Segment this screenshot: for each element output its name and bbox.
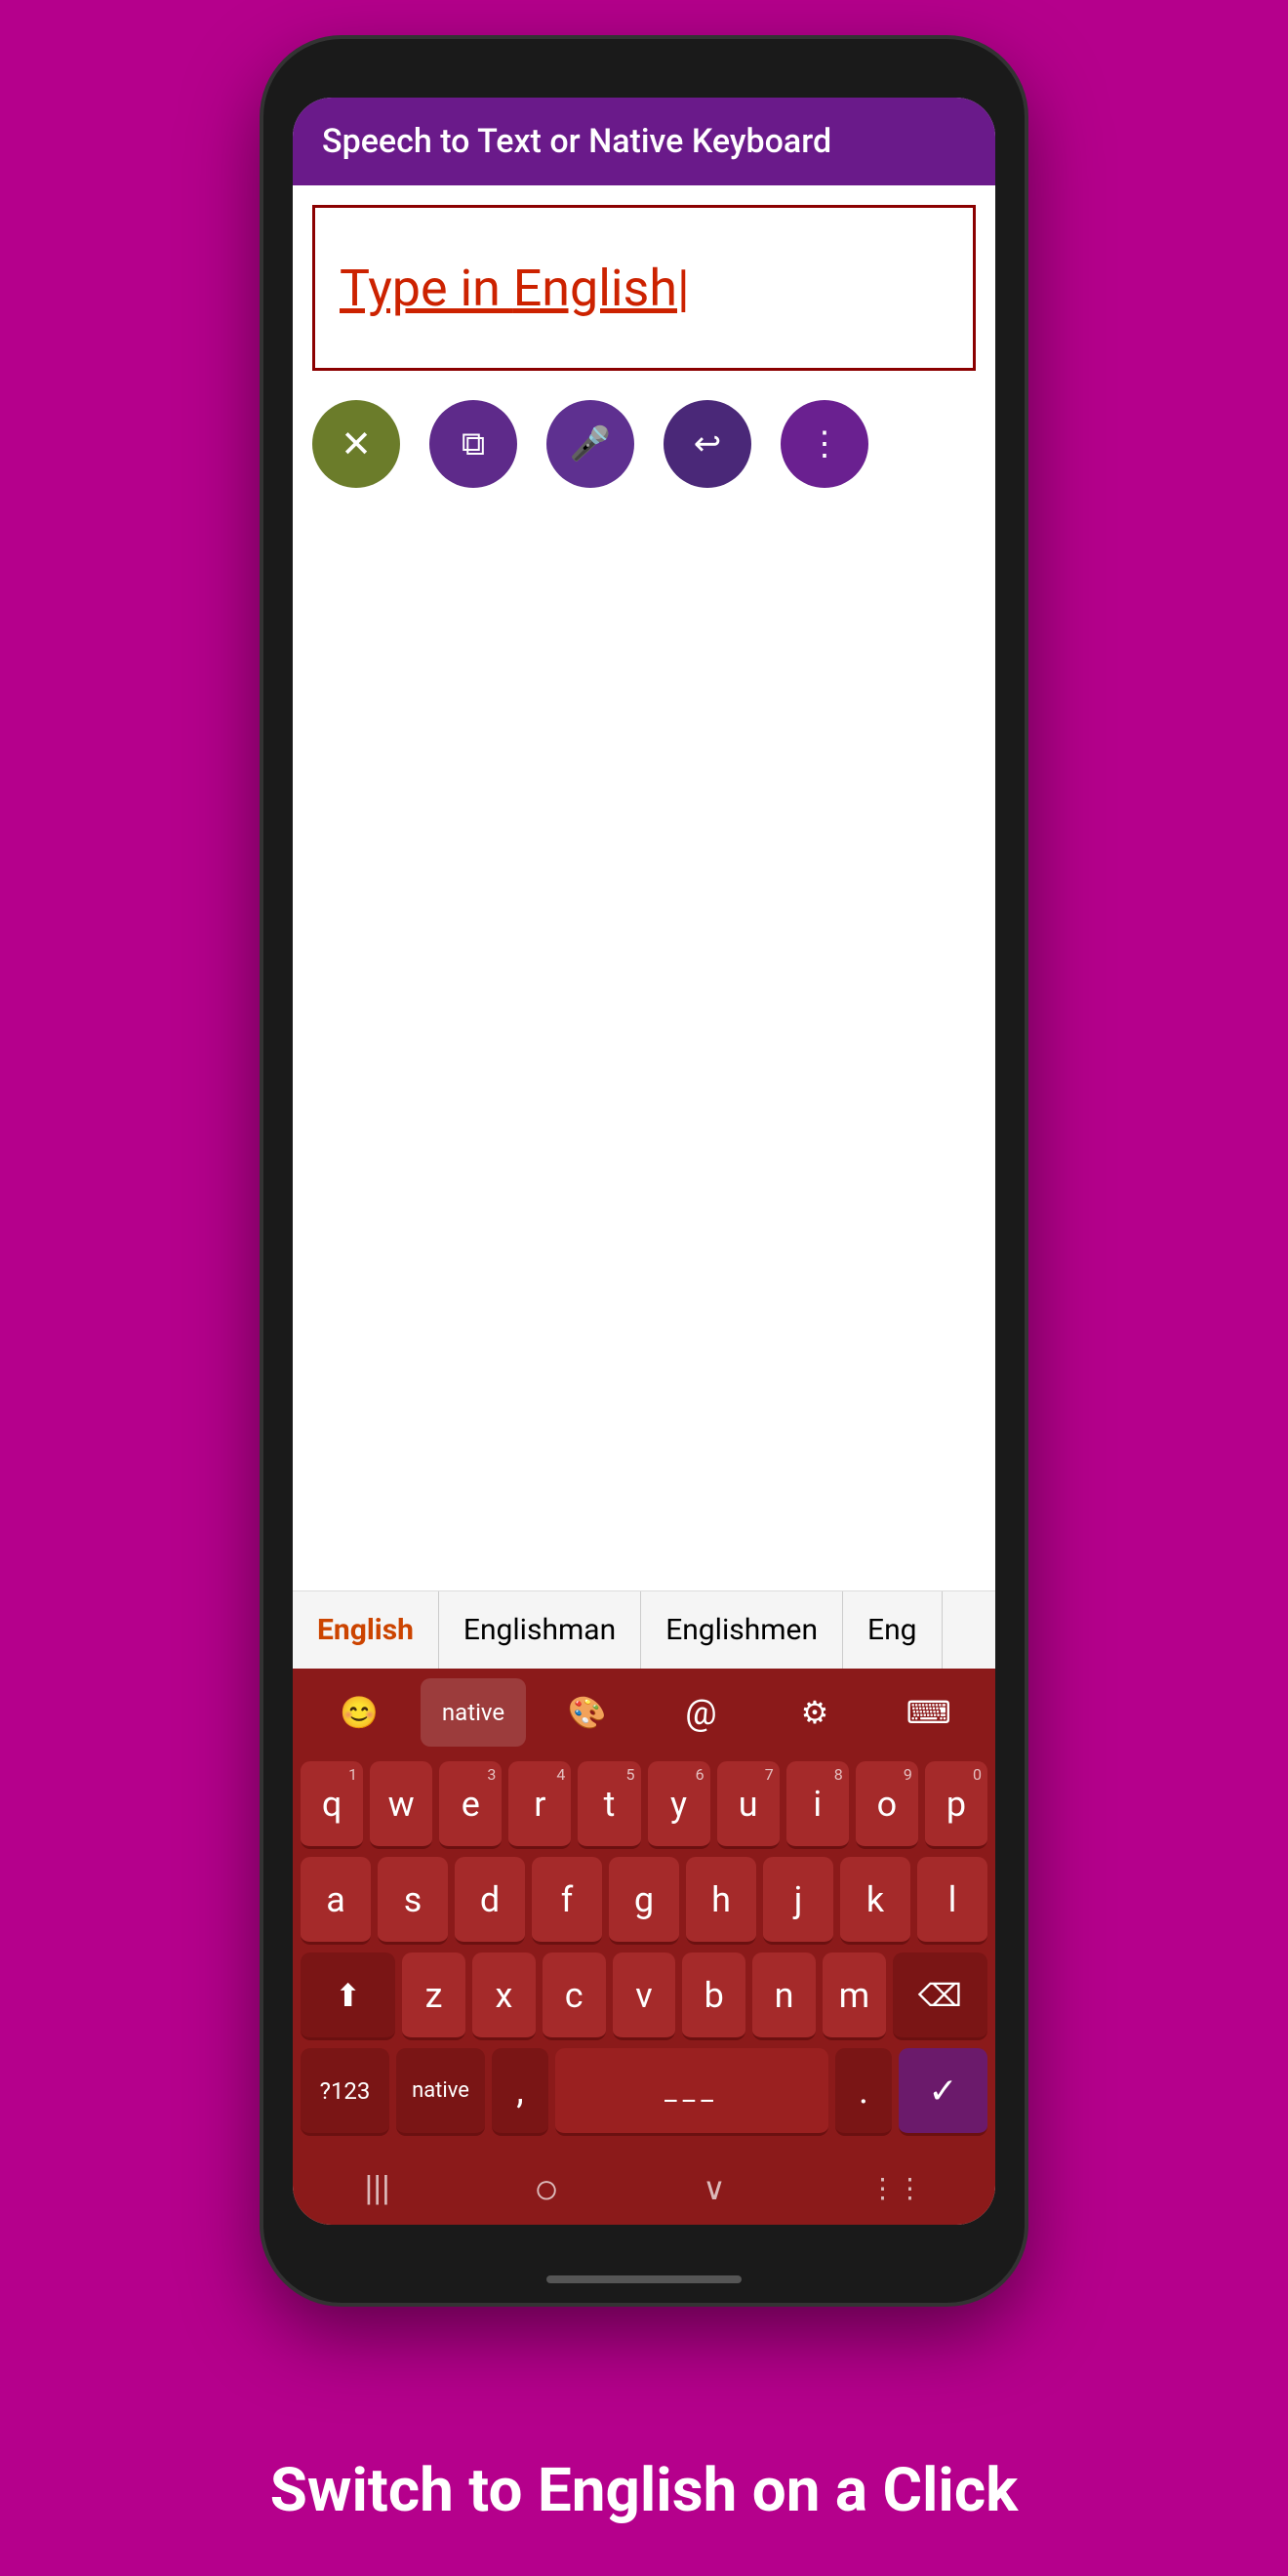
key-r[interactable]: r4: [508, 1761, 571, 1849]
type-prompt: Type in English|: [340, 259, 690, 318]
key-g[interactable]: g: [609, 1857, 679, 1945]
keyboard-area: q1 w e3 r4 t5 y6 u7 i8 o9 p0 a s d f g h…: [293, 1756, 995, 2152]
key-row-2: a s d f g h j k l: [301, 1857, 987, 1945]
text-input-area[interactable]: Type in English|: [312, 205, 976, 371]
toolbar-at-btn[interactable]: @: [648, 1678, 754, 1747]
key-h[interactable]: h: [686, 1857, 756, 1945]
comma-key[interactable]: ,: [492, 2048, 548, 2136]
suggestion-englishmen[interactable]: Englishmen: [641, 1591, 843, 1669]
key-f[interactable]: f: [532, 1857, 602, 1945]
type-prompt-language: English: [513, 259, 677, 318]
toolbar-emoji-btn[interactable]: 😊: [306, 1678, 413, 1747]
key-s[interactable]: s: [378, 1857, 448, 1945]
key-m[interactable]: m: [823, 1952, 886, 2040]
key-t[interactable]: t5: [578, 1761, 640, 1849]
share-button[interactable]: ⋮: [781, 400, 868, 488]
key-p[interactable]: p0: [925, 1761, 987, 1849]
key-c[interactable]: c: [543, 1952, 606, 2040]
key-e[interactable]: e3: [439, 1761, 502, 1849]
key-row-1: q1 w e3 r4 t5 y6 u7 i8 o9 p0: [301, 1761, 987, 1849]
home-nav-btn[interactable]: ○: [534, 2163, 560, 2214]
bottom-nav: ||| ○ ∨ ⋮⋮: [293, 2152, 995, 2225]
key-u[interactable]: u7: [717, 1761, 780, 1849]
bottom-tagline: Switch to English on a Click: [212, 2406, 1077, 2576]
grid-nav-btn[interactable]: ⋮⋮: [869, 2172, 924, 2204]
confirm-key[interactable]: ✓: [899, 2048, 987, 2136]
key-w[interactable]: w: [370, 1761, 432, 1849]
phone-screen: Speech to Text or Native Keyboard Type i…: [293, 98, 995, 2225]
key-l[interactable]: l: [917, 1857, 987, 1945]
down-nav-btn[interactable]: ∨: [703, 2170, 725, 2207]
key-q[interactable]: q1: [301, 1761, 363, 1849]
top-bar-title: Speech to Text or Native Keyboard: [322, 122, 831, 161]
action-buttons-row: ✕ ⧉ 🎤 ↩ ⋮: [293, 390, 995, 498]
key-row-3: ⬆ z x c v b n m ⌫: [301, 1952, 987, 2040]
backspace-key[interactable]: ⌫: [893, 1952, 987, 2040]
delete-button[interactable]: ✕: [312, 400, 400, 488]
mic-button[interactable]: 🎤: [546, 400, 634, 488]
key-n[interactable]: n: [752, 1952, 816, 2040]
top-bar: Speech to Text or Native Keyboard: [293, 98, 995, 185]
toolbar-keyboard-btn[interactable]: ⌨: [875, 1678, 982, 1747]
keyboard-toolbar: 😊 native 🎨 @ ⚙ ⌨: [293, 1669, 995, 1756]
key-a[interactable]: a: [301, 1857, 371, 1945]
key-b[interactable]: b: [682, 1952, 745, 2040]
key-i[interactable]: i8: [786, 1761, 849, 1849]
key-z[interactable]: z: [402, 1952, 465, 2040]
type-prompt-prefix: Type in: [340, 259, 513, 318]
key-k[interactable]: k: [840, 1857, 910, 1945]
suggestion-english[interactable]: English: [293, 1591, 439, 1669]
native-key[interactable]: native: [396, 2048, 485, 2136]
phone-frame: Speech to Text or Native Keyboard Type i…: [263, 39, 1025, 2303]
suggestions-bar: English Englishman Englishmen Eng: [293, 1590, 995, 1669]
key-j[interactable]: j: [763, 1857, 833, 1945]
key-row-4: ?123 native , ___ . ✓: [301, 2048, 987, 2136]
suggestion-englishman[interactable]: Englishman: [439, 1591, 641, 1669]
toolbar-native-btn[interactable]: native: [421, 1678, 527, 1747]
suggestion-eng[interactable]: Eng: [843, 1591, 942, 1669]
key-v[interactable]: v: [613, 1952, 676, 2040]
shift-key[interactable]: ⬆: [301, 1952, 395, 2040]
copy-button[interactable]: ⧉: [429, 400, 517, 488]
empty-space: [293, 498, 995, 1590]
undo-button[interactable]: ↩: [664, 400, 751, 488]
phone-bottom-indicator: [546, 2275, 742, 2283]
key-y[interactable]: y6: [648, 1761, 710, 1849]
toolbar-settings-btn[interactable]: ⚙: [762, 1678, 868, 1747]
period-key[interactable]: .: [835, 2048, 892, 2136]
key-o[interactable]: o9: [856, 1761, 918, 1849]
key-x[interactable]: x: [472, 1952, 536, 2040]
key-d[interactable]: d: [455, 1857, 525, 1945]
toolbar-palette-btn[interactable]: 🎨: [534, 1678, 640, 1747]
numbers-key[interactable]: ?123: [301, 2048, 389, 2136]
back-nav-btn[interactable]: |||: [364, 2168, 389, 2209]
space-key[interactable]: ___: [555, 2048, 828, 2136]
